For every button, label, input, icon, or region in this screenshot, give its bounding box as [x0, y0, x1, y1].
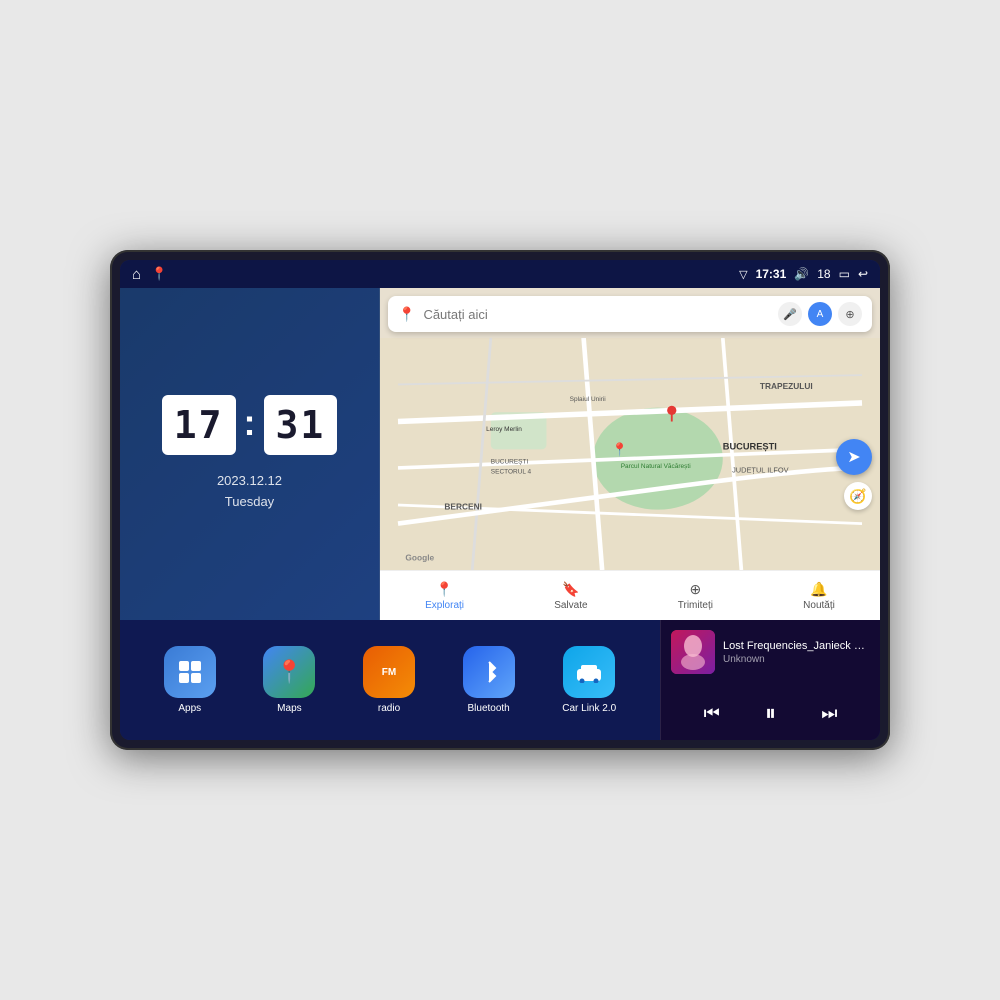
account-btn[interactable]: A [808, 302, 832, 326]
apps-icon [164, 646, 216, 698]
bluetooth-icon [463, 646, 515, 698]
map-content: TRAPEZULUI BUCUREȘTI JUDEȚUL ILFOV Parcu… [380, 338, 880, 570]
device-screen: ⌂ 📍 ▽ 17:31 🔊 18 ▭ ↩ 17 : [120, 260, 880, 740]
svg-text:BUCUREȘTI: BUCUREȘTI [723, 441, 777, 451]
radio-label: radio [378, 703, 400, 714]
app-item-carlink[interactable]: Car Link 2.0 [562, 646, 616, 714]
status-right: ▽ 17:31 🔊 18 ▭ ↩ [739, 267, 868, 281]
svg-text:BUCUREȘTI: BUCUREȘTI [491, 458, 529, 465]
car-infotainment-device: ⌂ 📍 ▽ 17:31 🔊 18 ▭ ↩ 17 : [110, 250, 890, 750]
map-pin-icon: 📍 [398, 306, 415, 323]
trimiteti-label: Trimiteți [678, 600, 713, 611]
back-icon[interactable]: ↩ [858, 267, 868, 281]
signal-icon: ▽ [739, 268, 747, 281]
radio-icon: FM [363, 646, 415, 698]
map-tab-explorari[interactable]: 📍 Explorați [425, 581, 464, 611]
svg-text:Google: Google [405, 553, 434, 563]
clock-separator: : [244, 402, 256, 444]
noutati-label: Noutăți [803, 600, 835, 611]
music-info: Lost Frequencies_Janieck Devy-... Unknow… [671, 630, 870, 674]
next-btn[interactable]: ⏭ [813, 699, 845, 728]
status-time: 17:31 [756, 267, 787, 281]
apps-section: Apps 📍 Maps FM radio [120, 620, 660, 740]
status-bar: ⌂ 📍 ▽ 17:31 🔊 18 ▭ ↩ [120, 260, 880, 288]
map-tab-noutati[interactable]: 🔔 Noutăți [803, 581, 835, 611]
map-search-controls: 🎤 A ⊕ [778, 302, 862, 326]
maps-icon: 📍 [263, 646, 315, 698]
maps-nav-icon[interactable]: 📍 [151, 266, 167, 282]
music-player: Lost Frequencies_Janieck Devy-... Unknow… [660, 620, 880, 740]
map-search-bar[interactable]: 📍 Căutați aici 🎤 A ⊕ [388, 296, 872, 332]
salvate-icon: 🔖 [562, 581, 579, 598]
map-search-placeholder[interactable]: Căutați aici [423, 307, 770, 322]
explorari-label: Explorați [425, 600, 464, 611]
app-item-radio[interactable]: FM radio [363, 646, 415, 714]
map-compass-btn[interactable]: 🧭 [844, 482, 872, 510]
map-panel[interactable]: 📍 Căutați aici 🎤 A ⊕ [380, 288, 880, 620]
svg-text:BERCENI: BERCENI [444, 502, 482, 512]
trimiteti-icon: ⊕ [689, 581, 701, 598]
map-bottom-bar: 📍 Explorați 🔖 Salvate ⊕ Trimiteți 🔔 [380, 570, 880, 620]
svg-text:Splaiul Unirii: Splaiul Unirii [570, 396, 606, 403]
layers-btn[interactable]: ⊕ [838, 302, 862, 326]
volume-icon: 🔊 [794, 267, 809, 281]
svg-text:Leroy Merlin: Leroy Merlin [486, 426, 522, 433]
music-artist: Unknown [723, 654, 870, 665]
clock-minutes: 31 [264, 395, 338, 455]
clock-date: 2023.12.12 Tuesday [217, 471, 282, 513]
apps-label: Apps [178, 703, 201, 714]
clock-hours: 17 [162, 395, 236, 455]
bluetooth-label: Bluetooth [467, 703, 509, 714]
carlink-icon [563, 646, 615, 698]
prev-btn[interactable]: ⏮ [696, 699, 728, 728]
clock-display: 17 : 31 [162, 395, 338, 455]
play-pause-btn[interactable]: ⏸ [757, 696, 784, 730]
music-controls: ⏮ ⏸ ⏭ [671, 696, 870, 730]
noutati-icon: 🔔 [810, 581, 827, 598]
status-left: ⌂ 📍 [132, 266, 167, 283]
app-item-apps[interactable]: Apps [164, 646, 216, 714]
battery-icon: ▭ [839, 267, 850, 281]
map-tab-trimiteti[interactable]: ⊕ Trimiteți [678, 581, 713, 611]
explorari-icon: 📍 [436, 581, 453, 598]
volume-level: 18 [817, 267, 830, 281]
svg-text:SECTORUL 4: SECTORUL 4 [491, 468, 532, 475]
maps-label: Maps [277, 703, 301, 714]
voice-search-btn[interactable]: 🎤 [778, 302, 802, 326]
main-content: 17 : 31 2023.12.12 Tuesday 📍 Căutați aic… [120, 288, 880, 740]
map-navigate-btn[interactable]: ➤ [836, 439, 872, 475]
clock-panel: 17 : 31 2023.12.12 Tuesday [120, 288, 380, 620]
salvate-label: Salvate [554, 600, 587, 611]
music-title: Lost Frequencies_Janieck Devy-... [723, 640, 870, 652]
map-tab-salvate[interactable]: 🔖 Salvate [554, 581, 587, 611]
app-item-maps[interactable]: 📍 Maps [263, 646, 315, 714]
svg-text:Parcul Natural Văcărești: Parcul Natural Văcărești [621, 463, 691, 470]
album-art [671, 630, 715, 674]
svg-text:📍: 📍 [611, 442, 627, 457]
app-item-bluetooth[interactable]: Bluetooth [463, 646, 515, 714]
svg-text:TRAPEZULUI: TRAPEZULUI [760, 381, 813, 391]
carlink-label: Car Link 2.0 [562, 703, 616, 714]
top-row: 17 : 31 2023.12.12 Tuesday 📍 Căutați aic… [120, 288, 880, 620]
bottom-row: Apps 📍 Maps FM radio [120, 620, 880, 740]
home-nav-icon[interactable]: ⌂ [132, 266, 141, 283]
music-text: Lost Frequencies_Janieck Devy-... Unknow… [723, 640, 870, 665]
svg-text:JUDEȚUL ILFOV: JUDEȚUL ILFOV [732, 466, 789, 475]
